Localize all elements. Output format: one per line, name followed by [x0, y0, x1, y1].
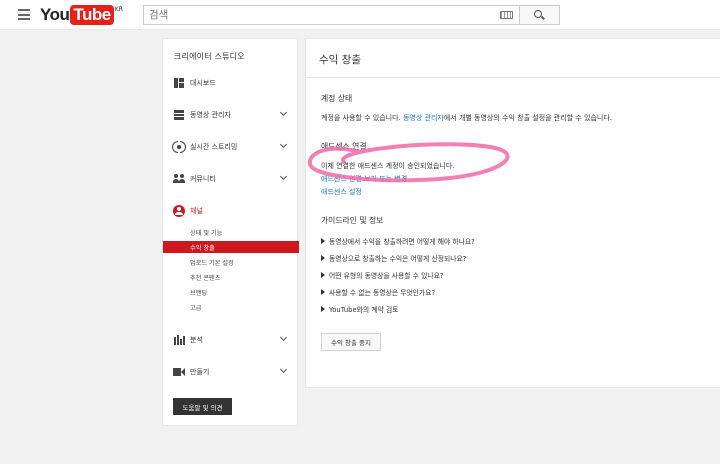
guideline-item[interactable]: YouTube와의 계약 검토 [321, 304, 398, 314]
chevron-down-icon [279, 333, 288, 342]
sidebar-item-label: 동영상 관리자 [190, 111, 231, 119]
sidebar-item-label: 커뮤니티 [190, 175, 216, 183]
channel-subitem-status[interactable]: 상태 및 기능 [163, 226, 299, 238]
video-manager-icon [173, 109, 185, 121]
help-feedback-button[interactable]: 도움말 및 의견 [173, 398, 232, 415]
search-icon [534, 10, 542, 18]
community-icon [173, 173, 185, 185]
guideline-item[interactable]: 동영상에서 수익을 창출하려면 어떻게 해야 하나요? [321, 236, 475, 246]
channel-subitem-advanced[interactable]: 고급 [163, 301, 299, 313]
sidebar-item-label: 만들기 [190, 368, 210, 376]
create-icon [173, 366, 185, 378]
sidebar-item-video-manager[interactable]: 동영상 관리자 [163, 105, 299, 125]
channel-subitem-branding[interactable]: 브랜딩 [163, 286, 299, 298]
search-box [143, 5, 520, 25]
analytics-icon [173, 334, 185, 346]
chevron-down-icon [279, 140, 288, 149]
triangle-right-icon [321, 238, 325, 244]
top-bar: You Tube KR [0, 0, 720, 30]
guideline-item[interactable]: 어떤 유형의 동영상을 사용할 수 있나요? [321, 270, 443, 280]
channel-subitem-upload-defaults[interactable]: 업로드 기본 설정 [163, 256, 299, 268]
logo-you-text: You [40, 5, 70, 24]
sidebar-item-channel[interactable]: 채널 [163, 201, 299, 221]
adsense-heading: 애드센스 연결 [321, 142, 367, 151]
search-button[interactable] [520, 5, 560, 25]
keyboard-icon[interactable] [500, 11, 513, 19]
sidebar-item-analytics[interactable]: 분석 [163, 330, 299, 350]
triangle-right-icon [321, 255, 325, 261]
chevron-down-icon [279, 172, 288, 181]
triangle-right-icon [321, 306, 325, 312]
search-input[interactable] [144, 6, 494, 24]
guideline-item[interactable]: 동영상으로 창출하는 수익은 어떻게 산정되나요? [321, 253, 466, 263]
adsense-change-link[interactable]: 애드센스 연결 보기 또는 변경 [321, 174, 407, 184]
menu-icon[interactable] [18, 9, 30, 20]
live-stream-icon [172, 141, 186, 153]
account-status-text: 계정을 사용할 수 있습니다. 동영상 관리자에서 개별 동영상의 수익 창출 … [321, 114, 612, 122]
sidebar-item-label: 실시간 스트리밍 [190, 143, 238, 151]
sidebar-item-community[interactable]: 커뮤니티 [163, 169, 299, 189]
triangle-right-icon [321, 272, 325, 278]
chevron-down-icon [279, 365, 288, 374]
guidelines-heading: 가이드라인 및 정보 [321, 216, 384, 225]
sidebar-title: 크리에이터 스튜디오 [174, 52, 245, 61]
sidebar-item-label: 분석 [190, 336, 203, 344]
monetization-panel: 수익 창출 계정 상태 계정을 사용할 수 있습니다. 동영상 관리자에서 개별… [305, 38, 720, 388]
stop-monetization-button[interactable]: 수익 창출 중지 [321, 333, 381, 351]
adsense-settings-link[interactable]: 애드센스 설정 [321, 187, 362, 197]
sidebar-item-live-streaming[interactable]: 실시간 스트리밍 [163, 137, 299, 157]
guideline-item[interactable]: 사용할 수 없는 동영상은 무엇인가요? [321, 287, 435, 297]
channel-subitem-featured-content[interactable]: 추천 콘텐츠 [163, 271, 299, 283]
adsense-approved-text: 이제 연결한 애드센스 계정이 승인되었습니다. [321, 162, 455, 170]
dashboard-icon [173, 77, 185, 89]
chevron-down-icon [279, 108, 288, 117]
logo-region: KR [114, 6, 123, 13]
youtube-logo[interactable]: You Tube KR [40, 5, 123, 25]
channel-icon [173, 205, 185, 217]
title-divider [306, 77, 720, 78]
video-manager-link[interactable]: 동영상 관리자 [403, 114, 444, 122]
account-status-heading: 계정 상태 [321, 94, 353, 103]
triangle-right-icon [321, 289, 325, 295]
channel-subitem-monetization[interactable]: 수익 창출 [163, 241, 299, 253]
page-title: 수익 창출 [319, 54, 361, 66]
sidebar-item-dashboard[interactable]: 대시보드 [163, 73, 299, 93]
creator-studio-sidebar: 크리에이터 스튜디오 대시보드 동영상 관리자 실시간 스트리밍 커뮤니티 채널… [162, 38, 299, 426]
sidebar-item-label: 채널 [190, 207, 203, 215]
logo-tube-text: Tube [70, 5, 114, 25]
sidebar-item-create[interactable]: 만들기 [163, 362, 299, 382]
sidebar-item-label: 대시보드 [190, 79, 216, 87]
